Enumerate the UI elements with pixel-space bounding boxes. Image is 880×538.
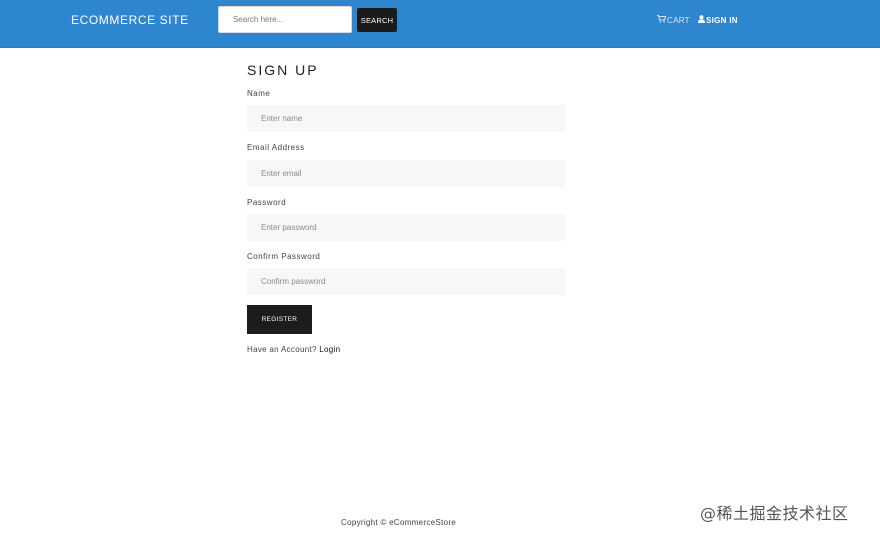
nav-signin-link[interactable]: SIGN IN	[698, 15, 738, 25]
nav-signin-label: SIGN IN	[706, 15, 738, 25]
footer-copyright: Copyright © eCommerceStore	[341, 518, 457, 527]
name-field[interactable]	[247, 105, 565, 132]
search-button[interactable]: SEARCH	[357, 8, 397, 32]
watermark: @稀土掘金技术社区	[700, 504, 849, 523]
have-account-line: Have an Account? Login	[247, 345, 340, 354]
name-label: Name	[247, 89, 271, 98]
register-button[interactable]: REGISTER	[247, 305, 312, 334]
nav-cart-link[interactable]: CART	[657, 15, 690, 25]
email-label: Email Address	[247, 143, 305, 152]
email-field[interactable]	[247, 160, 565, 187]
login-link[interactable]: Login	[319, 345, 340, 354]
navbar: ECOMMERCE SITE SEARCH CART SIGN IN	[0, 0, 880, 48]
password-field[interactable]	[247, 214, 565, 241]
confirm-password-label: Confirm Password	[247, 252, 321, 261]
user-icon	[698, 15, 705, 25]
nav-cart-label: CART	[667, 15, 690, 25]
cart-icon	[657, 15, 667, 25]
search-input[interactable]	[218, 6, 352, 33]
password-label: Password	[247, 198, 287, 207]
confirm-password-field[interactable]	[247, 268, 565, 295]
page-title: SIGN UP	[247, 62, 319, 78]
have-account-text: Have an Account?	[247, 345, 317, 354]
brand-logo-link[interactable]: ECOMMERCE SITE	[71, 13, 189, 27]
